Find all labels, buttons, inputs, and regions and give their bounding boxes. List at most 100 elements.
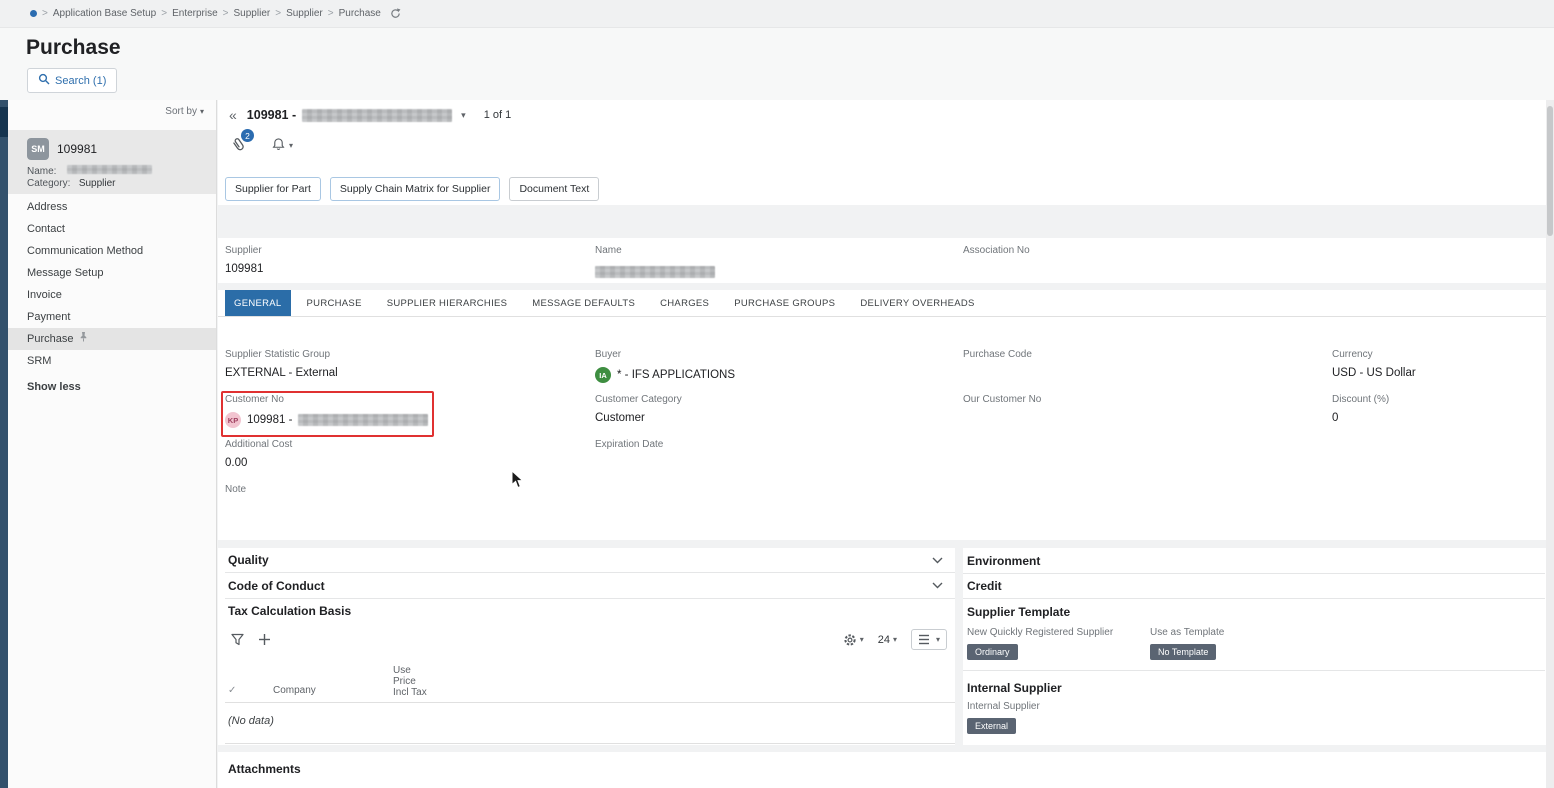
sidebar-item-invoice[interactable]: Invoice [8,284,216,306]
currency-label: Currency [1332,349,1373,360]
column-price-line: Price [393,676,416,687]
section-quality[interactable]: Quality [225,548,955,573]
search-button[interactable]: Search (1) [27,68,118,93]
sidebar-item-address[interactable]: Address [8,196,216,218]
column-company[interactable]: Company [273,685,316,696]
view-toggle-button[interactable]: ▾ [910,629,947,650]
field-supplier-statistic-group: Supplier Statistic Group EXTERNAL - Exte… [225,349,338,379]
customer-no-value[interactable]: 109981 - [247,414,292,426]
separator [955,548,963,745]
right-sections: Environment Credit Supplier Template New… [963,548,1545,745]
internal-supplier-title: Internal Supplier [967,681,1062,695]
additional-cost-value: 0.00 [225,457,248,469]
chevron-down-icon[interactable] [932,582,943,589]
vertical-scrollbar[interactable] [1546,100,1554,788]
customer-category-value: Customer [595,412,645,424]
field-our-customer-no: Our Customer No [963,394,1041,412]
chevron-down-icon: ▾ [935,635,940,644]
supplier-for-part-button[interactable]: Supplier for Part [225,177,321,201]
breadcrumb-item-supplier-2[interactable]: Supplier [275,8,323,19]
table-settings-gear-icon[interactable]: ▾ [843,633,864,647]
sidebar-item-contact[interactable]: Contact [8,218,216,240]
sidebar-item-purchase[interactable]: Purchase [8,328,216,350]
summary-supplier: Supplier 109981 [225,245,263,275]
tab-message-defaults[interactable]: MESSAGE DEFAULTS [523,290,644,316]
refresh-icon[interactable] [390,8,401,19]
tab-delivery-overheads[interactable]: DELIVERY OVERHEADS [851,290,983,316]
tab-purchase-groups[interactable]: PURCHASE GROUPS [725,290,844,316]
sidebar-item-purchase-label: Purchase [27,333,74,345]
left-sections: Quality Code of Conduct Tax Calculation … [225,548,955,744]
record-card-avatar: SM [27,138,49,160]
app-home-icon[interactable] [30,10,37,17]
currency-value[interactable]: USD - US Dollar [1332,367,1416,379]
left-rail-active-indicator[interactable] [0,107,8,137]
breadcrumb-item-supplier-1[interactable]: Supplier [223,8,271,19]
sidebar-nav: Address Contact Communication Method Mes… [8,196,216,398]
name-label: Name [595,245,622,256]
document-text-button[interactable]: Document Text [509,177,600,201]
breadcrumb-item-purchase[interactable]: Purchase [328,8,381,19]
collapse-panel-icon[interactable]: « [229,107,237,123]
select-all-check-icon[interactable]: ✓ [228,685,236,696]
command-bar: Supplier for Part Supply Chain Matrix fo… [225,177,600,201]
sidebar-item-payment[interactable]: Payment [8,306,216,328]
sidebar-item-communication-method[interactable]: Communication Method [8,240,216,262]
show-less[interactable]: Show less [8,376,216,398]
tax-table-body: (No data) [225,703,955,744]
main-panel: « 109981 - ▾ 1 of 1 2 ▾ Supplier for Par… [218,100,1554,788]
sort-by-control[interactable]: Sort by ▾ [165,106,204,117]
buyer-value[interactable]: * - IFS APPLICATIONS [617,369,735,381]
tab-general[interactable]: GENERAL [225,290,291,316]
code-of-conduct-title: Code of Conduct [228,578,325,593]
discount-label: Discount (%) [1332,394,1390,405]
section-tax-calculation-basis: Tax Calculation Basis [225,599,955,623]
filter-icon[interactable] [231,633,244,646]
pin-icon [79,328,88,350]
breadcrumb-item-application-base-setup[interactable]: Application Base Setup [42,8,156,19]
use-as-template-label: Use as Template [1150,627,1225,638]
supplier-value: 109981 [225,263,264,275]
sidebar-item-srm[interactable]: SRM [8,350,216,372]
supply-chain-matrix-button[interactable]: Supply Chain Matrix for Supplier [329,177,501,201]
supplier-statistic-group-value[interactable]: EXTERNAL - External [225,367,338,379]
section-credit[interactable]: Credit [963,574,1545,599]
ordinary-badge: Ordinary [967,644,1018,660]
attachments-icon[interactable] [231,137,245,152]
summary-name: Name [595,245,715,281]
chevron-down-icon[interactable]: ▾ [289,141,293,150]
section-environment[interactable]: Environment [963,548,1545,574]
page-title: Purchase [26,36,121,59]
redacted-text [302,108,453,122]
record-card-category-value: Supplier [78,178,116,189]
tab-supplier-hierarchies[interactable]: SUPPLIER HIERARCHIES [378,290,517,316]
sort-by-label: Sort by [165,106,197,117]
section-supplier-template: Supplier Template [963,599,1545,624]
section-internal-supplier: Internal Supplier [963,671,1545,699]
attachments-title: Attachments [228,762,301,776]
breadcrumb-bar: Application Base Setup Enterprise Suppli… [0,0,1554,28]
notifications-bell-icon[interactable] [272,137,285,151]
scrollbar-thumb[interactable] [1547,106,1553,236]
page-size-select[interactable]: 24 ▾ [878,634,897,646]
record-id: 109981 - [246,108,297,122]
add-row-icon[interactable] [258,633,271,646]
tab-charges[interactable]: CHARGES [651,290,718,316]
note-label: Note [225,484,247,495]
breadcrumb-item-enterprise[interactable]: Enterprise [161,8,218,19]
chevron-down-icon[interactable] [932,557,943,564]
summary-association-no: Association No [963,245,1030,263]
field-additional-cost: Additional Cost 0.00 [225,439,292,469]
column-use-price-incl-tax[interactable]: Use Price Incl Tax [393,665,427,698]
purchase-code-label: Purchase Code [963,349,1032,360]
record-dropdown-icon[interactable]: ▾ [461,110,466,121]
additional-cost-label: Additional Cost [225,439,293,450]
field-expiration-date: Expiration Date [595,439,663,457]
attachments-section[interactable]: Attachments [218,752,1554,788]
tab-bar: GENERAL PURCHASE SUPPLIER HIERARCHIES ME… [218,290,1554,317]
customer-category-label: Customer Category [595,394,682,405]
sidebar-item-message-setup[interactable]: Message Setup [8,262,216,284]
record-card[interactable]: SM 109981 Name: Category: Supplier [8,130,216,194]
tab-purchase[interactable]: PURCHASE [298,290,371,316]
section-code-of-conduct[interactable]: Code of Conduct [225,573,955,599]
